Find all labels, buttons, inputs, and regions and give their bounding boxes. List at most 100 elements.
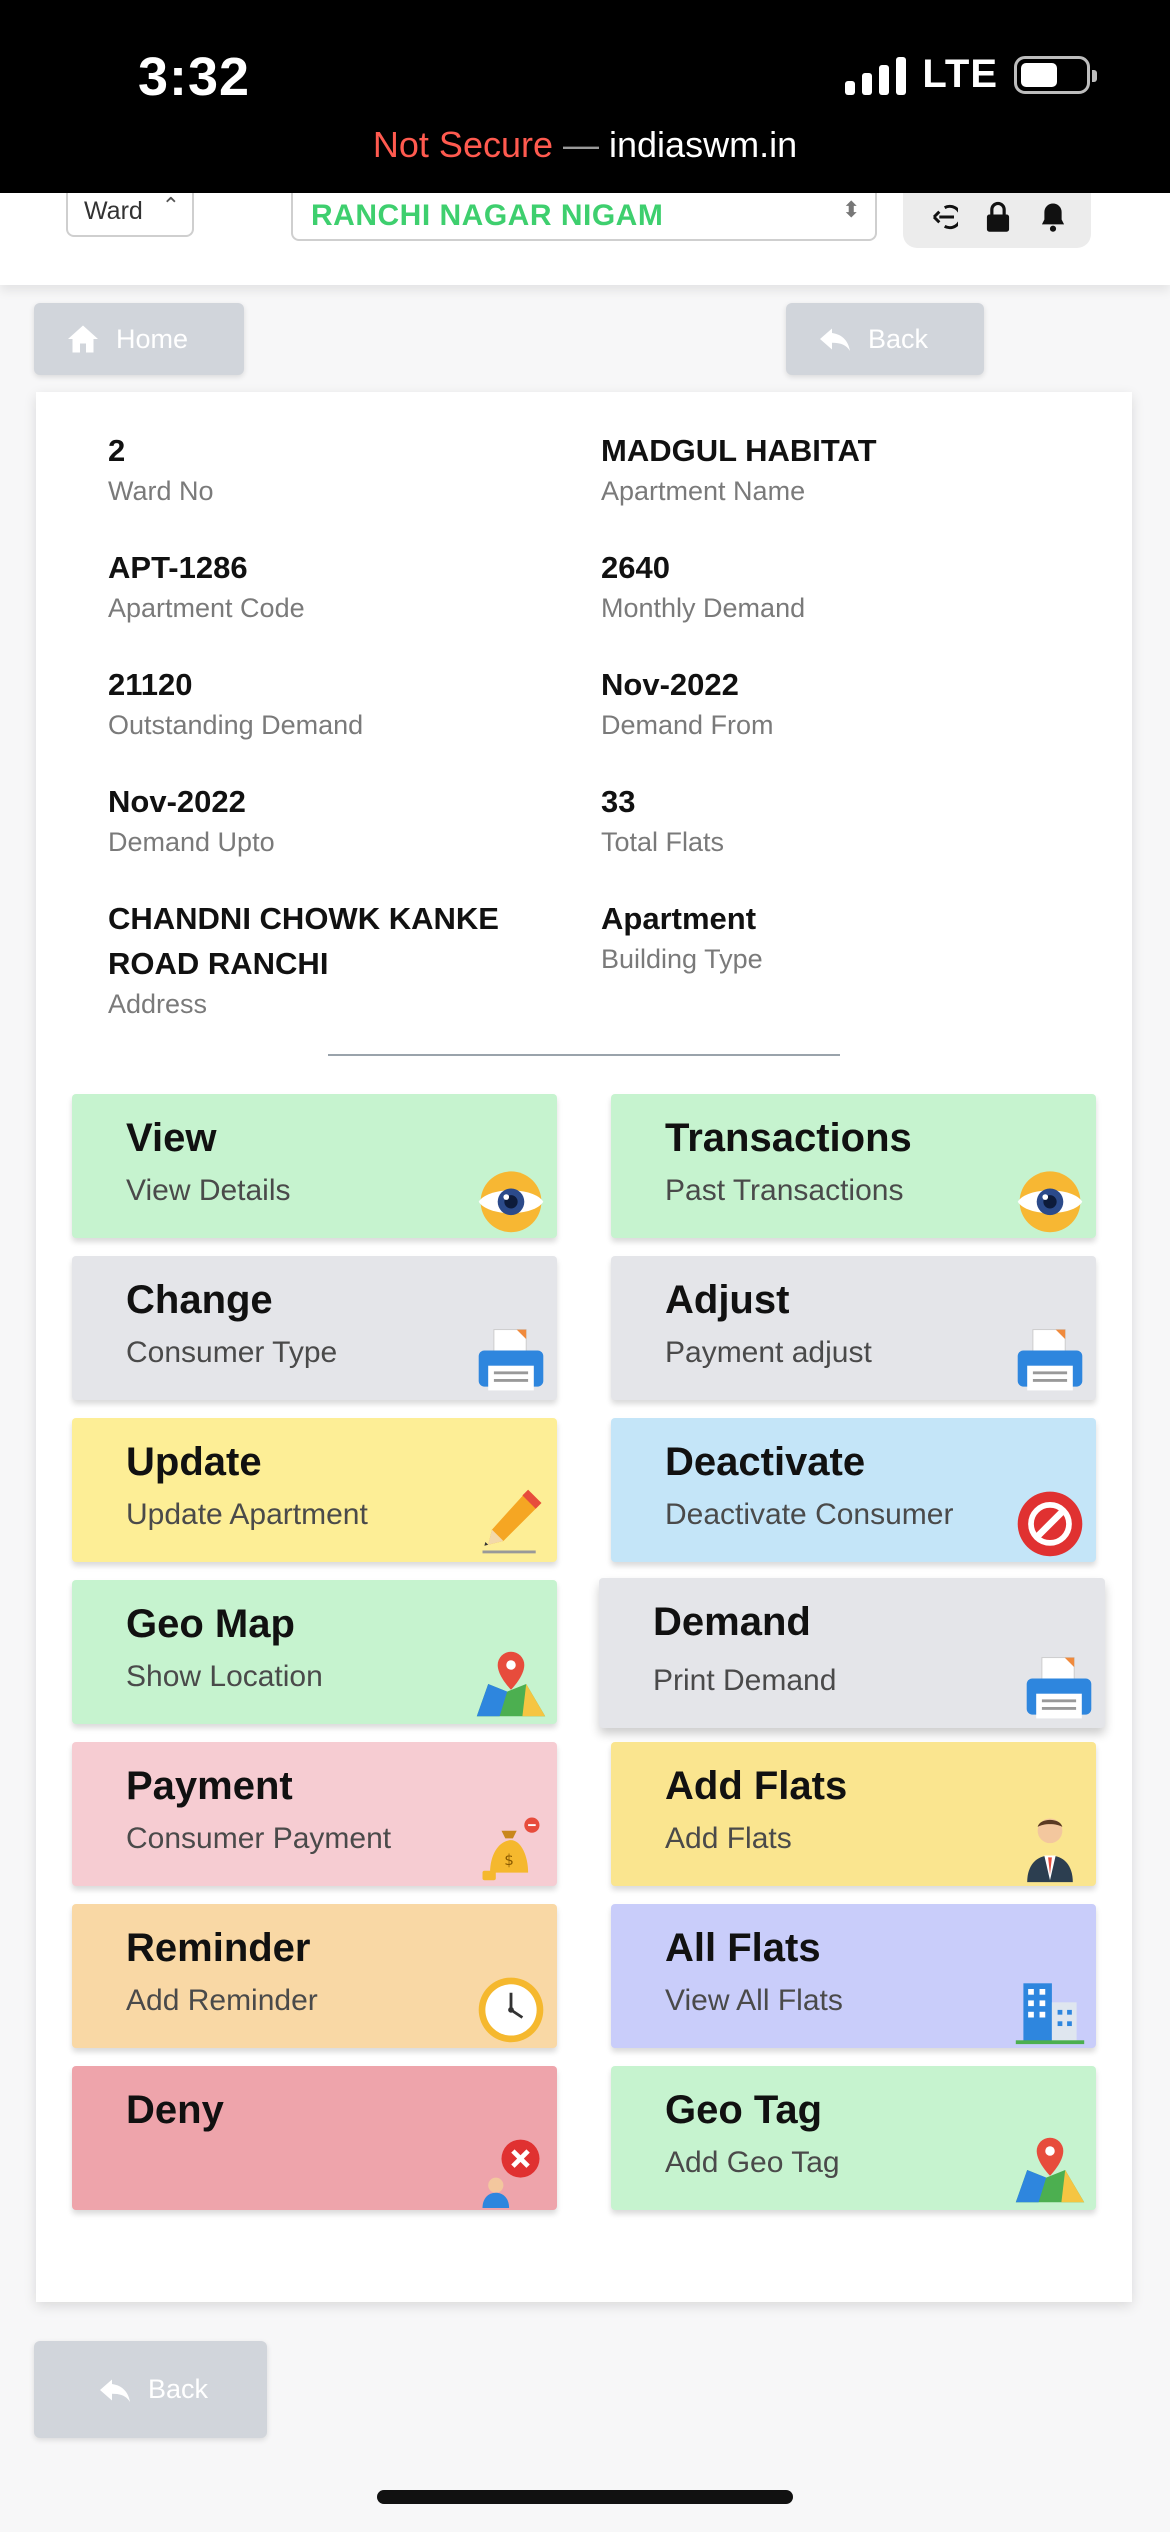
pencil-icon xyxy=(482,1489,542,1554)
building-icon xyxy=(1015,1983,1085,2045)
tile-subtitle: Add Flats xyxy=(665,1822,792,1855)
select-arrows-icon: ⬍ xyxy=(842,197,861,222)
tile-title: Change xyxy=(126,1278,273,1322)
detail-value: Nov-2022 xyxy=(601,667,739,702)
clock-icon xyxy=(478,1977,544,2043)
detail-address: CHANDNI CHOWK KANKE ROAD RANCHI Address xyxy=(108,896,538,1022)
detail-value: 21120 xyxy=(108,667,193,702)
tile-subtitle: Update Apartment xyxy=(126,1498,368,1531)
tile-title: Add Flats xyxy=(665,1764,848,1808)
ward-select[interactable]: Ward ⌃ xyxy=(66,193,194,237)
detail-demand-upto: Nov-2022 Demand Upto xyxy=(108,779,275,860)
tile-subtitle: Consumer Type xyxy=(126,1336,338,1369)
view-all-flats-tile[interactable]: All Flats View All Flats xyxy=(611,1904,1096,2048)
print-demand-tile[interactable]: Demand Print Demand xyxy=(599,1578,1105,1728)
tile-title: View xyxy=(126,1116,217,1160)
tile-subtitle: Show Location xyxy=(126,1660,323,1693)
consumer-payment-tile[interactable]: Payment Consumer Payment $ xyxy=(72,1742,557,1886)
tile-subtitle: Print Demand xyxy=(653,1664,837,1697)
tile-title: Update xyxy=(126,1440,262,1484)
detail-monthly-demand: 2640 Monthly Demand xyxy=(601,545,805,626)
detail-label: Demand From xyxy=(601,710,774,740)
tile-subtitle: Add Geo Tag xyxy=(665,2146,840,2179)
bell-icon[interactable] xyxy=(1038,201,1068,241)
url-host: indiaswm.in xyxy=(609,124,798,165)
eye-icon xyxy=(478,1171,544,1233)
detail-value: CHANDNI CHOWK KANKE ROAD RANCHI xyxy=(108,901,499,981)
geo-tag-tile[interactable]: Geo Tag Add Geo Tag xyxy=(611,2066,1096,2210)
tile-title: Deny xyxy=(126,2088,224,2132)
transactions-tile[interactable]: Transactions Past Transactions xyxy=(611,1094,1096,1238)
detail-value: Nov-2022 xyxy=(108,784,246,819)
deactivate-consumer-tile[interactable]: Deactivate Deactivate Consumer xyxy=(611,1418,1096,1562)
ulb-select-value: RANCHI NAGAR NIGAM xyxy=(311,199,664,232)
tile-subtitle: Consumer Payment xyxy=(126,1822,392,1855)
apartment-details-card: 2 Ward No MADGUL HABITAT Apartment Name … xyxy=(36,392,1132,2302)
home-button[interactable]: Home xyxy=(34,303,244,375)
adjust-payment-tile[interactable]: Adjust Payment adjust xyxy=(611,1256,1096,1400)
map-pin-icon xyxy=(1015,2137,1085,2203)
tile-subtitle: Payment adjust xyxy=(665,1336,872,1369)
detail-label: Apartment Name xyxy=(601,476,806,506)
tile-title: Adjust xyxy=(665,1278,790,1322)
printer-icon xyxy=(478,1329,544,1391)
block-icon xyxy=(1017,1491,1083,1557)
deny-tile[interactable]: Deny xyxy=(72,2066,557,2210)
detail-label: Apartment Code xyxy=(108,593,305,623)
view-details-tile[interactable]: View View Details xyxy=(72,1094,557,1238)
status-indicators: LTE xyxy=(845,52,1097,97)
detail-ward-no: 2 Ward No xyxy=(108,428,214,509)
detail-label: Address xyxy=(108,989,208,1019)
tile-title: All Flats xyxy=(665,1926,821,1970)
person-icon xyxy=(1027,1818,1073,1883)
money-bag-icon: $ xyxy=(482,1817,540,1881)
detail-apartment-name: MADGUL HABITAT Apartment Name xyxy=(601,428,877,509)
tile-subtitle: Past Transactions xyxy=(665,1174,904,1207)
select-arrows-icon: ⌃ xyxy=(161,193,180,218)
back-button[interactable]: Back xyxy=(786,303,984,375)
home-indicator xyxy=(377,2490,793,2504)
add-flats-tile[interactable]: Add Flats Add Flats xyxy=(611,1742,1096,1886)
printer-icon xyxy=(1017,1329,1083,1391)
tile-title: Deactivate xyxy=(665,1440,866,1484)
bottom-back-button[interactable]: Back xyxy=(34,2341,267,2438)
tile-title: Demand xyxy=(653,1600,811,1644)
detail-apartment-code: APT-1286 Apartment Code xyxy=(108,545,305,626)
ulb-select[interactable]: RANCHI NAGAR NIGAM ⬍ xyxy=(291,193,877,241)
detail-building-type: Apartment Building Type xyxy=(601,896,763,977)
svg-text:$: $ xyxy=(504,1851,514,1869)
status-bar: 3:32 LTE Not Secure — indiaswm.in xyxy=(0,0,1170,193)
lock-icon[interactable] xyxy=(983,201,1013,241)
reply-arrow-icon xyxy=(100,2379,130,2402)
bottom-back-button-label: Back xyxy=(148,2374,209,2404)
back-button-label: Back xyxy=(868,323,929,354)
change-consumer-type-tile[interactable]: Change Consumer Type xyxy=(72,1256,557,1400)
battery-icon xyxy=(1014,55,1097,94)
tile-subtitle: Deactivate Consumer xyxy=(665,1498,954,1531)
detail-value: 2 xyxy=(108,433,126,468)
detail-outstanding-demand: 21120 Outstanding Demand xyxy=(108,662,363,743)
detail-label: Outstanding Demand xyxy=(108,710,364,740)
add-reminder-tile[interactable]: Reminder Add Reminder xyxy=(72,1904,557,2048)
reply-arrow-icon xyxy=(820,328,850,351)
detail-value: APT-1286 xyxy=(108,550,248,585)
detail-value: Apartment xyxy=(601,901,757,936)
detail-value: 33 xyxy=(601,784,636,819)
tile-title: Geo Tag xyxy=(665,2088,823,2132)
url-bar[interactable]: Not Secure — indiaswm.in xyxy=(0,124,1170,166)
logout-icon[interactable] xyxy=(926,201,962,241)
tile-title: Geo Map xyxy=(126,1602,295,1646)
not-secure-label: Not Secure xyxy=(372,124,553,165)
home-icon xyxy=(68,325,98,353)
tile-title: Transactions xyxy=(665,1116,912,1160)
url-separator: — xyxy=(553,124,610,165)
app-header: Ward ⌃ RANCHI NAGAR NIGAM ⬍ xyxy=(0,193,1170,285)
geo-map-tile[interactable]: Geo Map Show Location xyxy=(72,1580,557,1724)
tile-subtitle: Add Reminder xyxy=(126,1984,318,2017)
detail-value: MADGUL HABITAT xyxy=(601,433,877,468)
update-apartment-tile[interactable]: Update Update Apartment xyxy=(72,1418,557,1562)
status-time: 3:32 xyxy=(138,47,251,107)
detail-label: Total Flats xyxy=(601,827,725,857)
header-actions xyxy=(903,193,1091,248)
detail-total-flats: 33 Total Flats xyxy=(601,779,724,860)
